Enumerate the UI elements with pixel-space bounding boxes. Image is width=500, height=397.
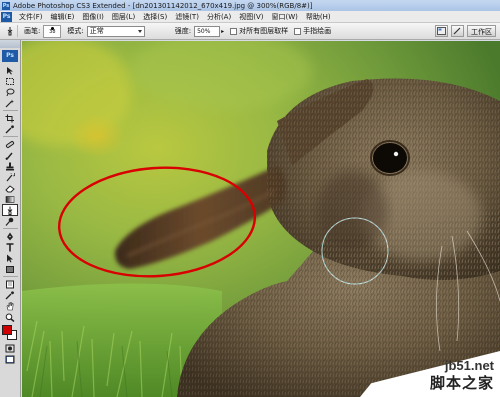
options-bar: 画笔: 38 模式: 正常 强度: 50% ▸ 对所有图层取样 手指绘画 工作区 [0,23,500,40]
marquee-tool-icon[interactable] [3,76,17,86]
brush-palette-icon [453,27,461,35]
zoom-tool-icon[interactable] [3,312,17,322]
finger-painting-checkbox[interactable] [294,27,302,35]
menu-file[interactable]: 文件(F) [15,12,47,22]
shape-tool-icon[interactable] [3,264,17,274]
foreground-color-swatch[interactable] [2,325,12,335]
mode-label: 模式: [67,27,84,35]
title-bar: Ps Adobe Photoshop CS3 Extended - [dn201… [0,0,500,11]
brush-tool-icon[interactable] [3,150,17,160]
magic-wand-tool-icon[interactable] [3,98,17,108]
brush-size: 38 [49,29,56,35]
healing-brush-tool-icon[interactable] [3,139,17,149]
sample-all-layers-checkbox[interactable] [230,27,238,35]
palette-icon [437,27,446,35]
quick-mask-mode-icon[interactable] [3,343,17,353]
mode-value: 正常 [89,26,104,35]
smudge-tool-icon [7,27,12,36]
menu-edit[interactable]: 编辑(E) [47,12,79,22]
strength-input[interactable]: 50% [194,25,221,37]
menu-view[interactable]: 视图(V) [235,12,267,22]
mode-select[interactable]: 正常 [86,25,145,37]
menu-layer[interactable]: 图层(L) [108,12,139,22]
eraser-tool-icon[interactable] [3,183,17,193]
sample-all-layers-label: 对所有图层取样 [239,27,289,35]
notes-tool-icon[interactable] [3,279,17,289]
toolbox-header[interactable] [0,40,20,48]
menu-filter[interactable]: 滤镜(T) [171,12,203,22]
tool-preset-picker[interactable] [4,25,18,37]
dodge-tool-icon[interactable] [3,216,17,226]
finger-painting-label: 手指绘画 [303,27,332,35]
workspace-button[interactable]: 工作区 [467,25,496,37]
toolbox: Ps [0,40,21,397]
watermark: jb51.net 脚本之家 [360,351,500,397]
color-swatches [2,325,18,341]
brush-label: 画笔: [24,27,41,35]
brush-picker[interactable]: 38 [43,24,62,38]
smudge-tool-icon[interactable] [2,204,18,216]
strength-label: 强度: [174,27,192,35]
path-selection-tool-icon[interactable] [3,253,17,263]
clone-stamp-tool-icon[interactable] [3,161,17,171]
type-tool-icon[interactable] [3,242,17,252]
ps-logo[interactable]: Ps [1,11,12,22]
lasso-tool-icon[interactable] [3,87,17,97]
pen-tool-icon[interactable] [3,231,17,241]
menu-analysis[interactable]: 分析(A) [203,12,235,22]
window-title: Adobe Photoshop CS3 Extended - [dn201301… [13,1,313,10]
crop-tool-icon[interactable] [3,113,17,123]
eyedropper2-tool-icon[interactable] [3,290,17,300]
toolbox-divider [2,228,18,229]
brushes-palette-button[interactable] [451,25,464,37]
menu-window[interactable]: 窗口(W) [267,12,301,22]
move-tool-icon[interactable] [3,65,17,75]
gradient-tool-icon[interactable] [3,194,17,204]
hand-tool-icon[interactable] [3,301,17,311]
chevron-down-icon [137,29,142,33]
palette-well-button[interactable] [435,25,448,37]
toolbox-divider [2,110,18,111]
menu-bar: Ps 文件(F) 编辑(E) 图像(I) 图层(L) 选择(S) 滤镜(T) 分… [0,11,500,23]
history-brush-tool-icon[interactable] [3,172,17,182]
app-icon: Ps [2,1,10,10]
watermark-url: jb51.net [444,358,494,373]
strength-arrow-icon[interactable]: ▸ [221,28,224,35]
toolbox-divider [2,136,18,137]
toolbox-logo[interactable]: Ps [2,50,18,62]
screen-mode-icon[interactable] [3,354,17,364]
document-canvas[interactable]: jb51.net 脚本之家 [22,41,500,397]
eyedropper-tool-icon[interactable] [3,124,17,134]
menu-image[interactable]: 图像(I) [78,12,108,22]
toolbox-divider [2,276,18,277]
menu-help[interactable]: 帮助(H) [302,12,335,22]
rabbit-photo [22,41,500,397]
watermark-text: 脚本之家 [429,374,494,392]
menu-select[interactable]: 选择(S) [139,12,171,22]
